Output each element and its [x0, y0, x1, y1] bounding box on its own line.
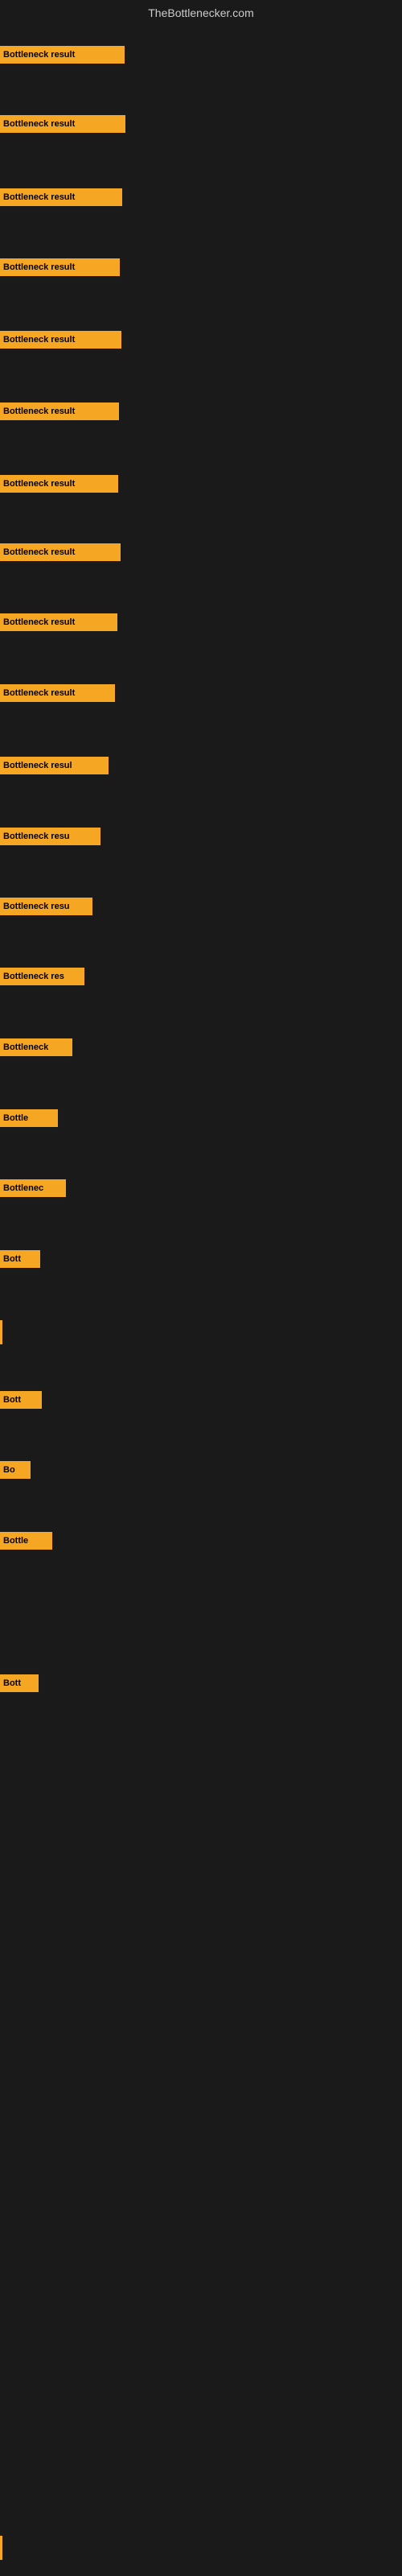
bottleneck-bar-23: Bott	[0, 1674, 39, 1692]
cursor-bar-19	[0, 1320, 2, 1344]
bottleneck-bar-3: Bottleneck result	[0, 188, 122, 206]
bottleneck-bar-20: Bott	[0, 1391, 42, 1409]
bottleneck-bar-15: Bottleneck	[0, 1038, 72, 1056]
bottleneck-bar-2: Bottleneck result	[0, 115, 125, 133]
bottleneck-bar-18: Bott	[0, 1250, 40, 1268]
bottleneck-bar-22: Bottle	[0, 1532, 52, 1550]
bottleneck-bar-6: Bottleneck result	[0, 402, 119, 420]
cursor-bar-final	[0, 2536, 2, 2560]
bottleneck-bar-10: Bottleneck result	[0, 684, 115, 702]
bottleneck-bar-13: Bottleneck resu	[0, 898, 92, 915]
bottleneck-bar-5: Bottleneck result	[0, 331, 121, 349]
bottleneck-bar-9: Bottleneck result	[0, 613, 117, 631]
bottleneck-bar-14: Bottleneck res	[0, 968, 84, 985]
bottleneck-bar-12: Bottleneck resu	[0, 828, 100, 845]
bottleneck-bar-16: Bottle	[0, 1109, 58, 1127]
bottleneck-bar-4: Bottleneck result	[0, 258, 120, 276]
bottleneck-bar-1: Bottleneck result	[0, 46, 125, 64]
bottleneck-bar-11: Bottleneck resul	[0, 757, 109, 774]
bottleneck-bar-17: Bottlenec	[0, 1179, 66, 1197]
bottleneck-bar-7: Bottleneck result	[0, 475, 118, 493]
bottleneck-bar-8: Bottleneck result	[0, 543, 121, 561]
site-title: TheBottlenecker.com	[0, 0, 402, 26]
bottleneck-bar-21: Bo	[0, 1461, 31, 1479]
